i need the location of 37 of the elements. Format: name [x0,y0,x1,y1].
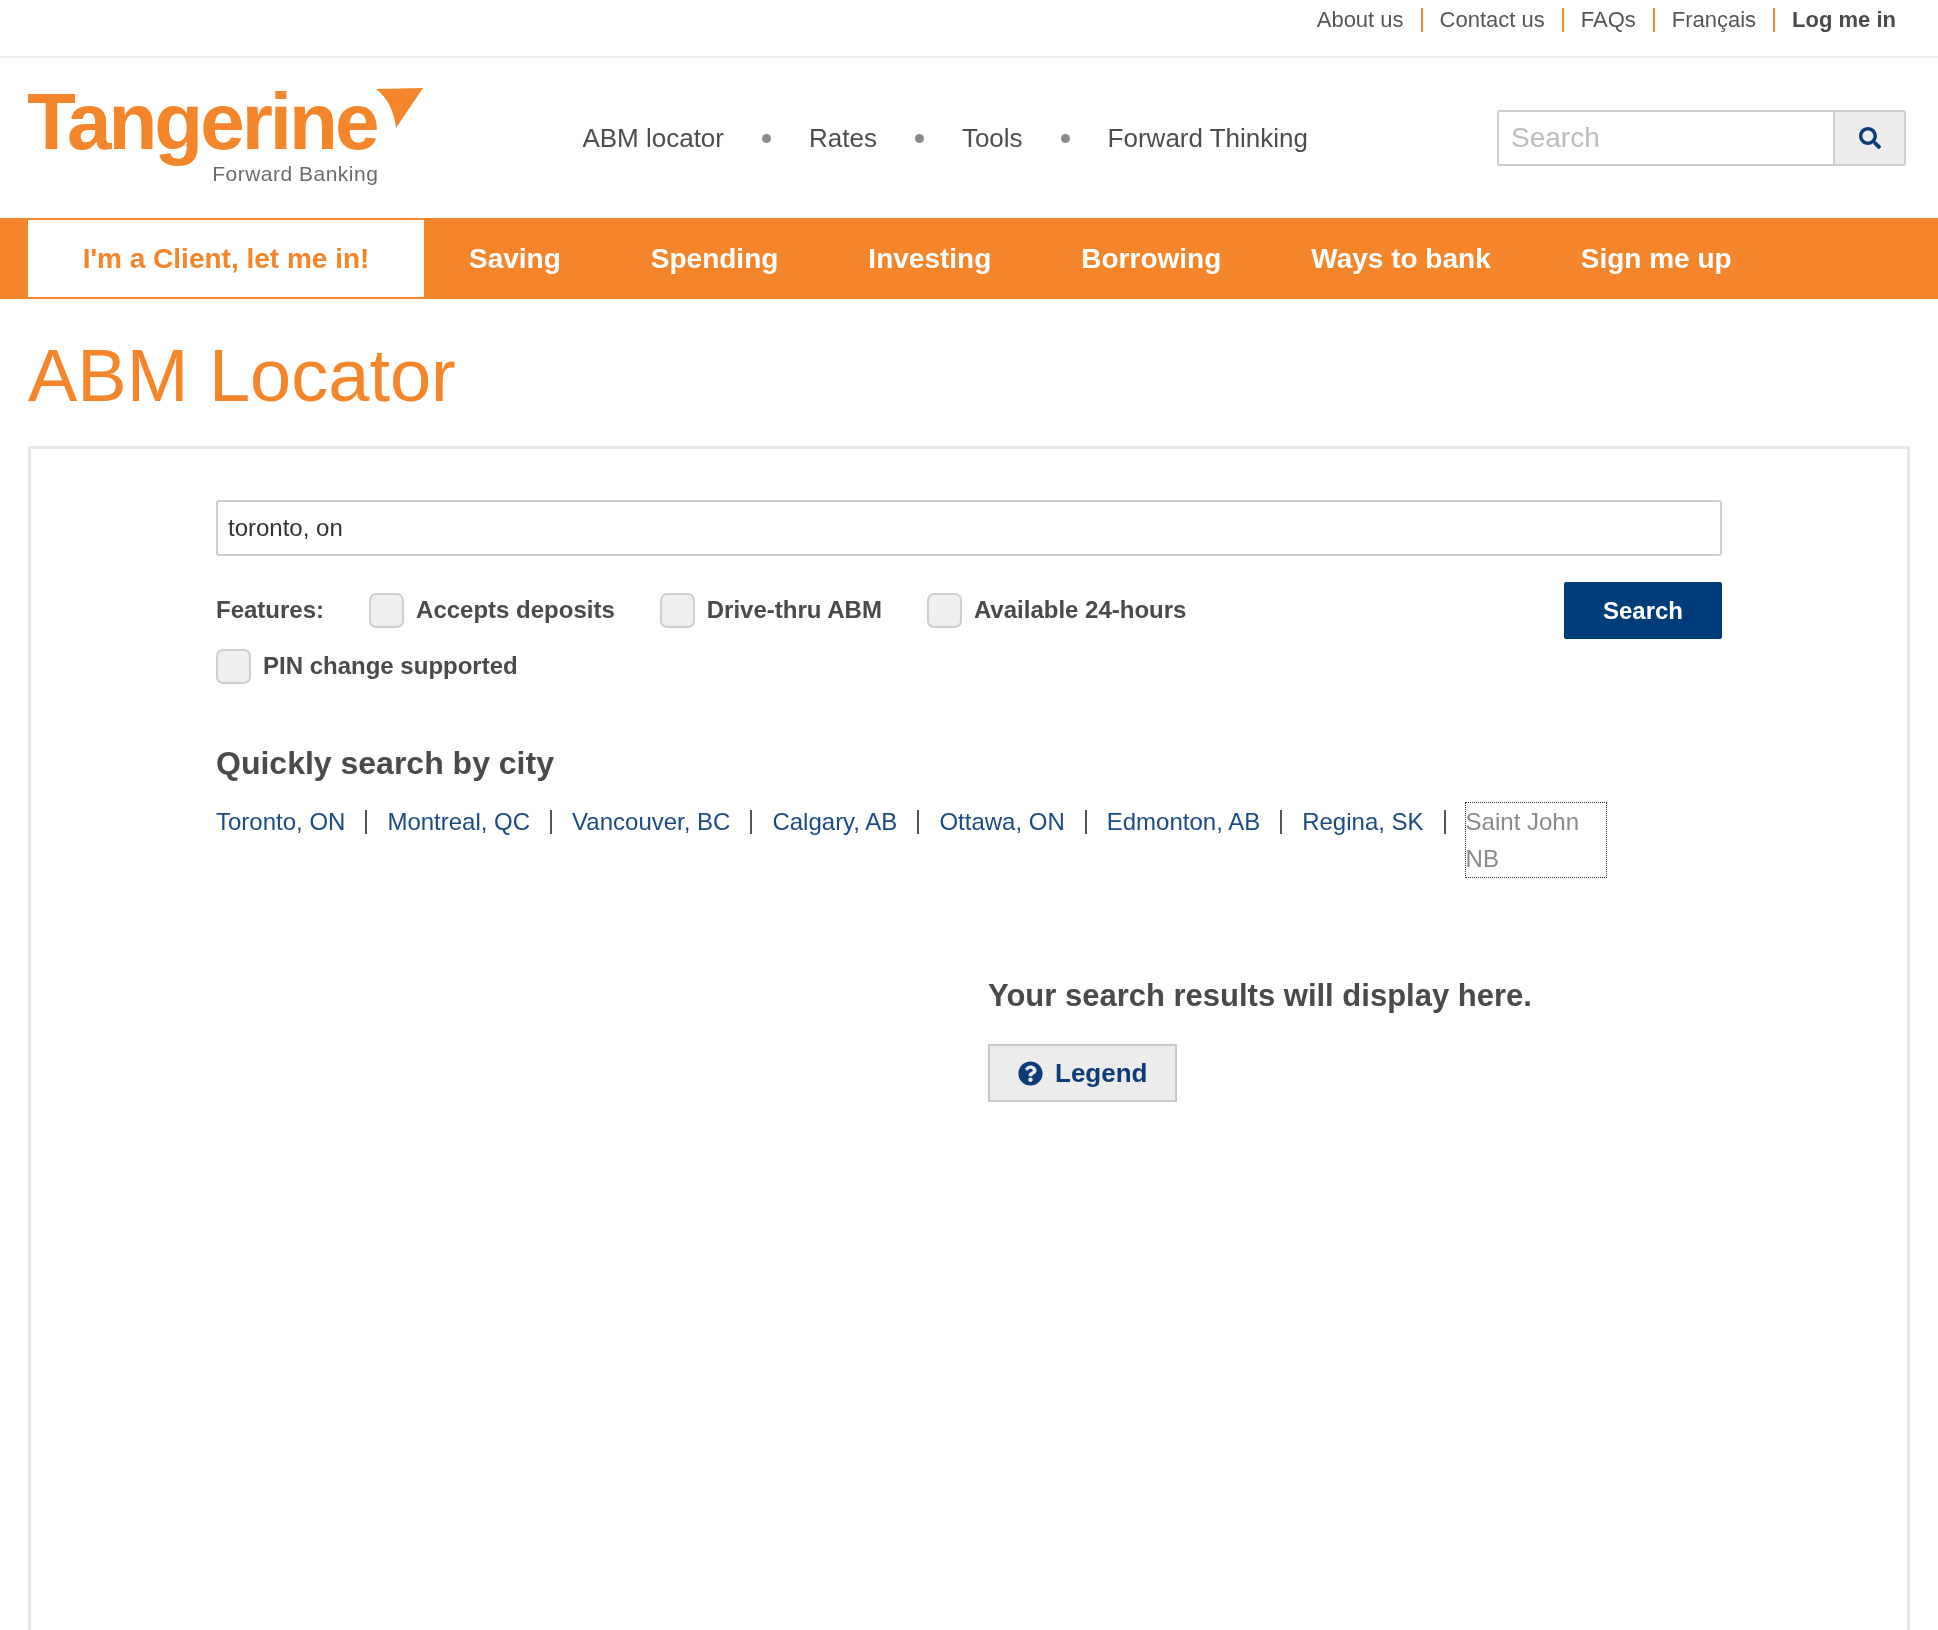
search-icon [1858,127,1881,149]
features-label: Features: [216,595,325,625]
city-link[interactable]: Toronto, ON [216,803,346,840]
feature-label: PIN change supported [263,651,518,681]
checkbox[interactable] [659,592,695,628]
search-field[interactable]: Search [1497,110,1833,166]
city-link[interactable]: Ottawa, ON [939,803,1065,840]
page-title: ABM Locator [28,339,456,413]
checkbox[interactable] [216,648,251,684]
city-link[interactable]: Edmonton, AB [1106,803,1261,840]
city-link[interactable]: Regina, SK [1302,803,1424,840]
search-submit-button[interactable]: Search [1564,582,1722,639]
quick-search-heading: Quickly search by city [216,744,555,782]
help-icon [1018,1060,1043,1086]
city-link[interactable]: Vancouver, BC [572,803,731,840]
header-nav-link[interactable]: ABM locator [582,118,724,158]
top-link[interactable]: FAQs [1580,5,1636,35]
top-link[interactable]: About us [1316,5,1404,35]
feature-label: Accepts deposits [416,595,615,625]
checkbox[interactable] [926,592,962,628]
logo-triangle-icon [376,88,424,128]
top-link[interactable]: Français [1671,5,1757,35]
checkbox[interactable] [369,592,405,628]
login-link[interactable]: Log me in [1792,5,1896,35]
header-nav-link[interactable]: Rates [809,118,877,158]
header-nav-link[interactable]: Forward Thinking [1107,118,1308,158]
legend-button[interactable]: Legend [988,1044,1178,1102]
results-message: Your search results will display here. [988,977,1532,1015]
city-link[interactable]: Montreal, QC [387,803,531,840]
city-link[interactable]: Calgary, AB [772,803,898,840]
header-nav-link[interactable]: Tools [961,118,1023,158]
location-field[interactable]: toronto, on [216,500,1722,556]
search-button[interactable] [1833,110,1906,166]
feature-label: Available 24-hours [973,595,1187,625]
feature-label: Drive-thru ABM [706,595,882,625]
logo-tagline: Forward Banking [212,162,379,186]
top-link[interactable]: Contact us [1439,5,1545,35]
